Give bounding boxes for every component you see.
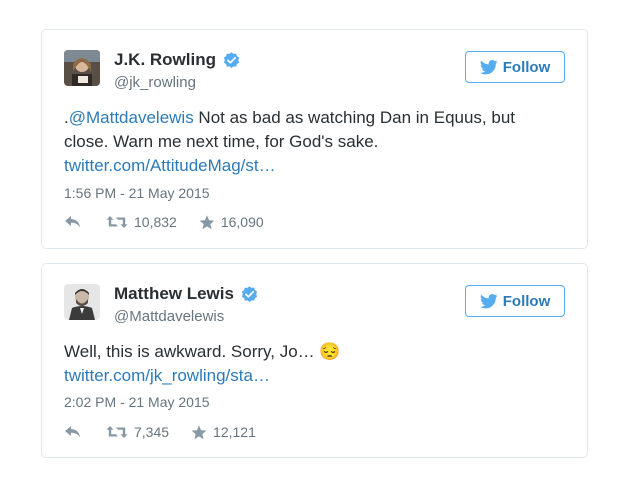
bird-icon: [479, 59, 498, 74]
tweet-actions: 7,345 12,121: [64, 424, 256, 440]
follow-label: Follow: [502, 58, 551, 76]
tweet-text: Well, this is awkward. Sorry, Jo… 😔 twit…: [64, 340, 564, 388]
follow-button[interactable]: Follow: [465, 51, 565, 83]
verified-icon: [223, 51, 240, 68]
reply-button[interactable]: [64, 215, 82, 229]
reply-button[interactable]: [64, 425, 82, 439]
tweet-card: J.K. Rowling @jk_rowling Follow .@Mattda…: [41, 29, 588, 249]
bird-icon: [479, 293, 498, 308]
reply-icon: [65, 216, 80, 228]
timestamp[interactable]: 1:56 PM - 21 May 2015: [64, 185, 210, 201]
mention-link[interactable]: @Mattdavelewis: [69, 108, 194, 127]
favorite-count: 16,090: [220, 214, 264, 230]
star-icon: [199, 214, 215, 229]
timestamp[interactable]: 2:02 PM - 21 May 2015: [64, 394, 210, 410]
tweet-link[interactable]: twitter.com/AttitudeMag/st…: [64, 154, 564, 178]
retweet-button[interactable]: 7,345: [106, 424, 169, 440]
tweet-link[interactable]: twitter.com/jk_rowling/sta…: [64, 364, 564, 388]
follow-label: Follow: [502, 292, 551, 310]
avatar[interactable]: [64, 284, 100, 320]
author-name[interactable]: Matthew Lewis: [114, 284, 259, 304]
avatar[interactable]: [64, 50, 100, 86]
favorite-count: 12,121: [213, 424, 256, 440]
star-icon: [191, 424, 207, 439]
retweet-count: 10,832: [134, 214, 177, 230]
reply-icon: [65, 426, 80, 438]
author-name[interactable]: J.K. Rowling: [114, 50, 241, 70]
author-name-text: J.K. Rowling: [114, 50, 216, 69]
verified-icon: [241, 285, 258, 302]
author-name-text: Matthew Lewis: [114, 284, 234, 303]
tweet-text: .@Mattdavelewis Not as bad as watching D…: [64, 106, 564, 178]
favorite-button[interactable]: 16,090: [199, 214, 264, 230]
pensive-emoji: 😔: [319, 342, 341, 361]
favorite-button[interactable]: 12,121: [191, 424, 256, 440]
follow-button[interactable]: Follow: [465, 285, 565, 317]
author-handle[interactable]: @jk_rowling: [114, 74, 196, 91]
tweet-text-body: Well, this is awkward. Sorry, Jo…: [64, 342, 320, 361]
retweet-icon: [106, 426, 128, 438]
tweet-card: Matthew Lewis @Mattdavelewis Follow Well…: [41, 263, 588, 458]
retweet-icon: [106, 216, 128, 228]
author-handle[interactable]: @Mattdavelewis: [114, 308, 224, 325]
retweet-button[interactable]: 10,832: [106, 214, 177, 230]
retweet-count: 7,345: [134, 424, 170, 440]
tweet-actions: 10,832 16,090: [64, 214, 264, 230]
